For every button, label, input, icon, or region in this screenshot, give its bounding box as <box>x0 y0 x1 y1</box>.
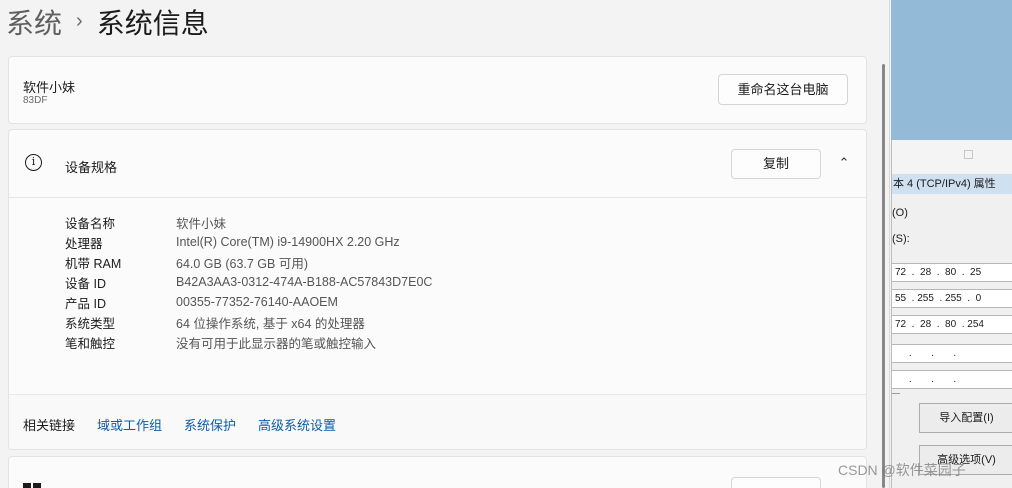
spec-row-pen-touch: 笔和触控 没有可用于此显示器的笔或触控输入 <box>65 332 432 352</box>
spec-value: 64.0 GB (63.7 GB 可用) <box>176 256 308 271</box>
ip-address-input[interactable]: 72 . 28 . 80 . 25 <box>892 263 1012 282</box>
spec-value: B42A3AA3-0312-474A-B188-AC57843D7E0C <box>176 275 433 289</box>
spec-row-device-name: 设备名称 软件小妹 <box>65 212 432 232</box>
spec-value: 00355-77352-76140-AAOEM <box>176 295 338 309</box>
spec-label: 笔和触控 <box>65 336 116 351</box>
spec-list: 设备名称 软件小妹 处理器 Intel(R) Core(TM) i9-14900… <box>65 212 432 352</box>
spec-label: 机带 RAM <box>65 256 122 271</box>
pc-name: 软件小妹 <box>23 80 76 95</box>
spec-row-processor: 处理器 Intel(R) Core(TM) i9-14900HX 2.20 GH… <box>65 232 432 252</box>
breadcrumb-separator: › <box>76 9 83 32</box>
device-specs-card: i 设备规格 复制 ⌃ 设备名称 软件小妹 处理器 Intel(R) Core(… <box>8 129 867 394</box>
breadcrumb: 系统 › 系统信息 <box>6 2 209 42</box>
dialog-divider <box>892 393 900 394</box>
spec-value: Intel(R) Core(TM) i9-14900HX 2.20 GHz <box>176 235 400 249</box>
spec-value: 64 位操作系统, 基于 x64 的处理器 <box>176 316 365 331</box>
dns-primary-input[interactable]: . . . <box>892 344 1012 363</box>
spec-label: 设备 ID <box>65 276 106 291</box>
spec-value: 软件小妹 <box>176 216 227 231</box>
watermark: CSDN @软件菜园子 <box>838 462 966 478</box>
scrollbar[interactable] <box>882 64 885 488</box>
spec-value: 没有可用于此显示器的笔或触控输入 <box>176 336 377 351</box>
dialog-topbar <box>892 140 1012 174</box>
related-links-bar: 相关链接 域或工作组 系统保护 高级系统设置 <box>8 394 867 450</box>
windows-specs-card <box>8 456 867 488</box>
gateway-input[interactable]: 72 . 28 . 80 . 254 <box>892 315 1012 334</box>
dialog-title: 本 4 (TCP/IPv4) 属性 <box>892 174 1012 194</box>
spec-label: 处理器 <box>65 236 103 251</box>
ipv4-properties-dialog: 本 4 (TCP/IPv4) 属性 (O) (S): 72 . 28 . 80 … <box>891 140 1012 488</box>
windows-logo-icon <box>23 483 41 488</box>
desktop-background <box>891 0 1012 140</box>
copy-specs-button[interactable]: 复制 <box>731 149 821 179</box>
spec-row-device-id: 设备 ID B42A3AA3-0312-474A-B188-AC57843D7E… <box>65 272 432 292</box>
chevron-up-icon[interactable]: ⌃ <box>834 152 854 172</box>
use-following-label[interactable]: (S): <box>892 233 910 245</box>
pc-name-card: 软件小妹 83DF 重命名这台电脑 <box>8 56 867 124</box>
spec-row-system-type: 系统类型 64 位操作系统, 基于 x64 的处理器 <box>65 312 432 332</box>
link-domain-workgroup[interactable]: 域或工作组 <box>97 415 162 434</box>
subnet-mask-input[interactable]: 55 . 255 . 255 . 0 <box>892 289 1012 308</box>
link-advanced-system-settings[interactable]: 高级系统设置 <box>258 415 336 434</box>
page-title: 系统信息 <box>96 8 209 39</box>
spec-label: 系统类型 <box>65 316 116 331</box>
dns-secondary-input[interactable]: . . . <box>892 370 1012 389</box>
import-config-button[interactable]: 导入配置(I) <box>919 403 1012 433</box>
spec-label: 设备名称 <box>65 216 116 231</box>
rename-pc-button[interactable]: 重命名这台电脑 <box>718 74 848 105</box>
device-specs-header[interactable]: i 设备规格 复制 ⌃ <box>9 130 866 198</box>
obtain-auto-label[interactable]: (O) <box>892 207 908 219</box>
info-icon: i <box>25 154 42 171</box>
spec-row-product-id: 产品 ID 00355-77352-76140-AAOEM <box>65 292 432 312</box>
link-system-protection[interactable]: 系统保护 <box>184 415 236 434</box>
breadcrumb-parent[interactable]: 系统 <box>6 2 62 42</box>
spec-label: 产品 ID <box>65 296 106 311</box>
maximize-icon[interactable] <box>964 150 973 159</box>
spec-row-ram: 机带 RAM 64.0 GB (63.7 GB 可用) <box>65 252 432 272</box>
copy-windows-specs-button[interactable] <box>731 477 821 488</box>
pc-model: 83DF <box>23 95 48 106</box>
device-specs-title: 设备规格 <box>65 160 118 175</box>
related-links-label: 相关链接 <box>23 418 76 433</box>
settings-window: 系统 › 系统信息 软件小妹 83DF 重命名这台电脑 i 设备规格 复制 ⌃ … <box>0 0 890 488</box>
